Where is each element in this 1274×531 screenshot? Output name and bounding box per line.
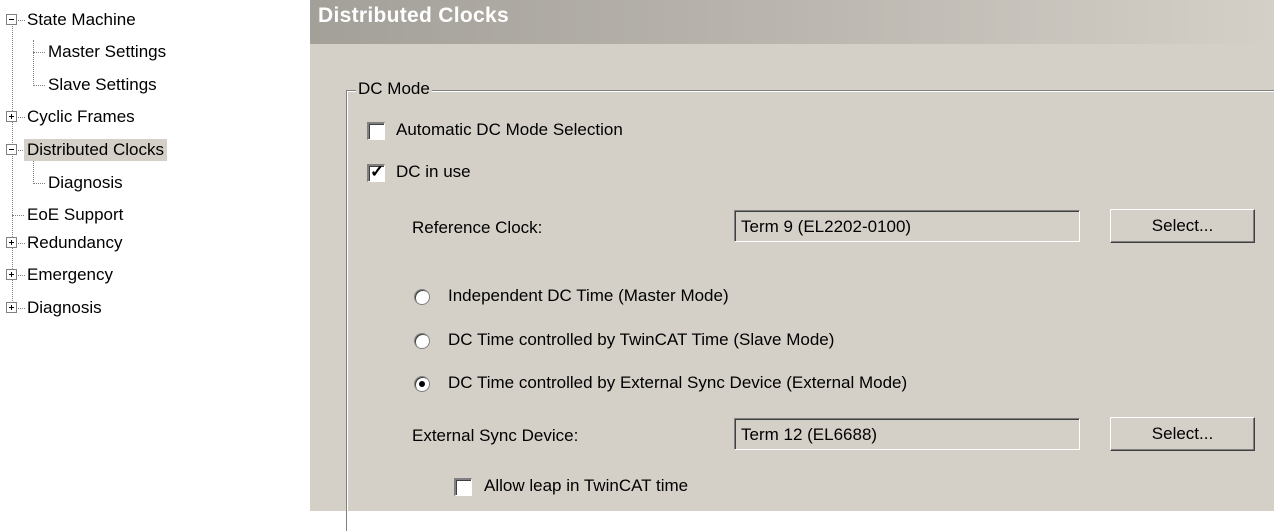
tree-item-eoe-support[interactable]: EoE Support — [24, 204, 126, 226]
panel-header: Distributed Clocks — [310, 0, 1274, 44]
tree-item-label: Distributed Clocks — [24, 139, 167, 161]
tree-connector-line — [33, 183, 45, 184]
tree-item-label: Diagnosis — [27, 298, 102, 317]
tree-item-label: Slave Settings — [48, 75, 157, 94]
external-sync-label: DC Time controlled by External Sync Devi… — [448, 373, 908, 392]
independent-dc-time-label: Independent DC Time (Master Mode) — [448, 286, 729, 305]
tree-item-state-machine[interactable]: State Machine — [24, 9, 139, 31]
tree-item-master-settings[interactable]: Master Settings — [45, 41, 169, 63]
twincat-time-radio[interactable] — [414, 333, 430, 349]
tree-item-label: Redundancy — [27, 233, 123, 252]
dc-in-use-label: DC in use — [396, 162, 471, 181]
tree-item-label: EoE Support — [27, 205, 124, 224]
allow-leap-label: Allow leap in TwinCAT time — [484, 476, 689, 495]
external-sync-device-label: External Sync Device: — [412, 426, 579, 445]
tree-item-slave-settings[interactable]: Slave Settings — [45, 74, 160, 96]
tree-connector-line — [12, 21, 13, 309]
tree-connector-line — [33, 85, 45, 86]
tree-connector-line — [33, 40, 34, 86]
dc-mode-group-label: DC Mode — [356, 79, 432, 99]
dc-in-use-checkbox[interactable]: ✓ — [367, 162, 385, 182]
tree-item-label: Diagnosis — [48, 173, 123, 192]
reference-clock-field[interactable]: Term 9 (EL2202-0100) — [734, 210, 1080, 242]
tree-item-dc-diagnosis[interactable]: Diagnosis — [45, 172, 126, 194]
tree-item-label: State Machine — [27, 10, 136, 29]
expand-icon[interactable] — [6, 111, 17, 122]
external-sync-radio[interactable] — [414, 376, 430, 392]
tree-item-diagnosis[interactable]: Diagnosis — [24, 297, 105, 319]
tree-item-redundancy[interactable]: Redundancy — [24, 232, 125, 254]
external-sync-device-field[interactable]: Term 12 (EL6688) — [734, 418, 1080, 450]
tree-connector-line — [12, 215, 24, 216]
reference-clock-label: Reference Clock: — [412, 218, 543, 237]
settings-panel: Distributed Clocks DC Mode Automatic DC … — [310, 0, 1274, 531]
panel-title: Distributed Clocks — [318, 4, 509, 27]
select-reference-clock-button[interactable]: Select... — [1110, 209, 1255, 243]
tree-item-label: Master Settings — [48, 42, 167, 61]
tree-item-label: Cyclic Frames — [27, 107, 135, 126]
expand-icon[interactable] — [6, 302, 17, 313]
auto-dc-mode-label: Automatic DC Mode Selection — [396, 120, 623, 139]
collapse-icon[interactable] — [6, 144, 17, 155]
tree-item-emergency[interactable]: Emergency — [24, 264, 116, 286]
tree-item-distributed-clocks[interactable]: Distributed Clocks — [24, 139, 167, 161]
allow-leap-checkbox[interactable] — [454, 478, 472, 496]
checkmark-icon: ✓ — [370, 162, 385, 181]
auto-dc-mode-checkbox[interactable] — [367, 122, 385, 140]
independent-dc-time-radio[interactable] — [414, 289, 430, 305]
tree-item-cyclic-frames[interactable]: Cyclic Frames — [24, 106, 138, 128]
expand-icon[interactable] — [6, 269, 17, 280]
expand-icon[interactable] — [6, 237, 17, 248]
twincat-time-label: DC Time controlled by TwinCAT Time (Slav… — [448, 330, 835, 349]
tree-item-label: Emergency — [27, 265, 113, 284]
tree-connector-line — [33, 52, 45, 53]
collapse-icon[interactable] — [6, 14, 17, 25]
navigation-tree: State Machine Master Settings Slave Sett… — [0, 0, 310, 511]
dc-mode-groupbox — [346, 90, 1274, 531]
tree-connector-line — [33, 158, 34, 184]
select-external-sync-button[interactable]: Select... — [1110, 417, 1255, 451]
radio-selected-dot — [419, 381, 425, 387]
